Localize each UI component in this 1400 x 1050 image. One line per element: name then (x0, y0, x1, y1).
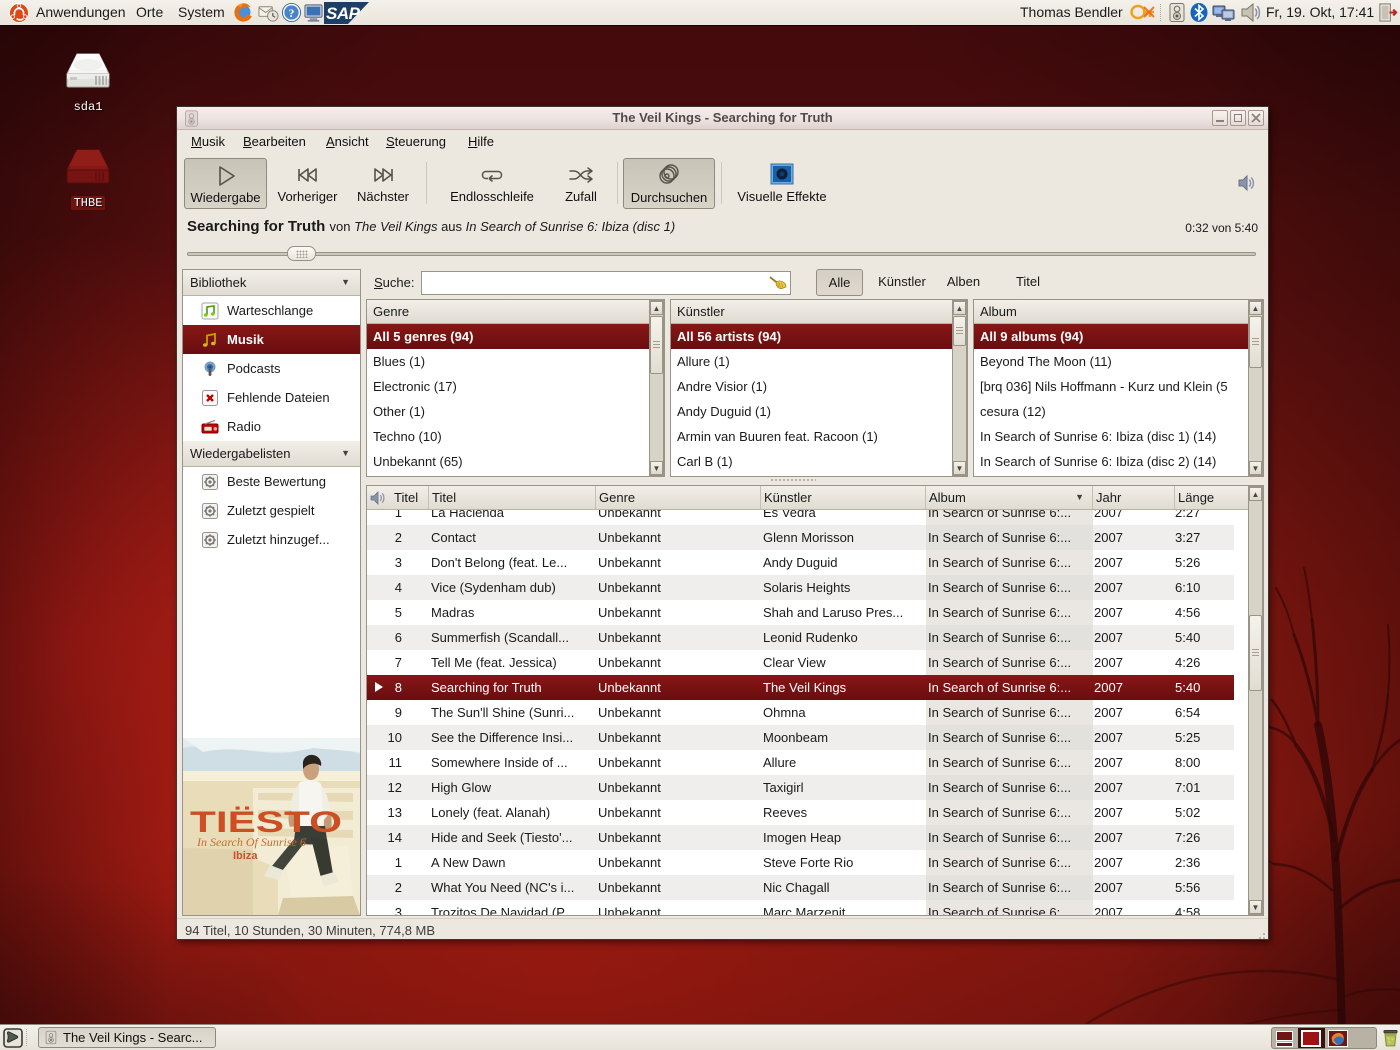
svg-text:SAP: SAP (326, 4, 361, 23)
svg-text:In Search Of Sunrise 6: In Search Of Sunrise 6 (196, 835, 306, 849)
svg-text:?: ? (289, 8, 295, 20)
svg-text:Ibiza: Ibiza (233, 850, 258, 862)
